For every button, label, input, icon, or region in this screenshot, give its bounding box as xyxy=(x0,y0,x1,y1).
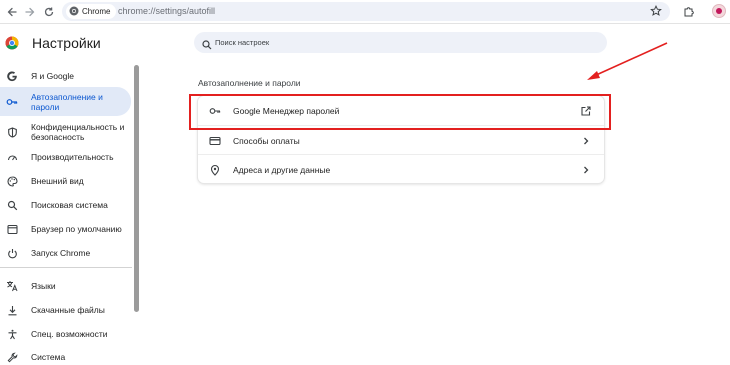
profile-avatar[interactable] xyxy=(712,4,726,18)
credit-card-icon xyxy=(209,135,221,147)
sidebar-item-system[interactable]: Система xyxy=(0,349,131,365)
sidebar-item-appearance[interactable]: Внешний вид xyxy=(0,173,131,189)
back-icon[interactable] xyxy=(4,4,20,20)
address-bar[interactable]: Chrome chrome://settings/autofill xyxy=(62,2,670,21)
annotation-arrow xyxy=(587,42,668,80)
star-icon[interactable] xyxy=(650,4,662,22)
row-label: Способы оплаты xyxy=(233,136,300,146)
sidebar-item-label: Скачанные файлы xyxy=(31,305,105,315)
sidebar-item-label: Поисковая система xyxy=(31,200,108,210)
chevron-right-icon xyxy=(580,135,592,147)
sidebar-item-you-and-google[interactable]: Я и Google xyxy=(0,68,131,84)
browser-icon xyxy=(6,223,18,235)
search-icon xyxy=(6,199,18,211)
sidebar-item-autofill[interactable]: Автозаполнение и пароли xyxy=(0,87,131,116)
sidebar-item-downloads[interactable]: Скачанные файлы xyxy=(0,302,131,318)
sidebar-item-label: Система xyxy=(31,352,66,362)
power-icon xyxy=(6,247,18,259)
sidebar-item-on-startup[interactable]: Запуск Chrome xyxy=(0,245,131,261)
chrome-logo-icon xyxy=(69,6,79,18)
browser-toolbar: Chrome chrome://settings/autofill xyxy=(0,0,730,24)
key-icon xyxy=(6,96,18,108)
location-pin-icon xyxy=(209,164,221,176)
translate-icon xyxy=(6,280,18,292)
row-label: Адреса и другие данные xyxy=(233,165,331,175)
google-icon xyxy=(6,70,18,82)
sidebar-item-label: Я и Google xyxy=(31,71,75,81)
sidebar-item-label: Языки xyxy=(31,281,56,291)
speedometer-icon xyxy=(6,151,18,163)
sidebar-item-privacy[interactable]: Конфиденциальность и безопасность xyxy=(0,120,131,144)
forward-icon[interactable] xyxy=(22,4,38,20)
download-icon xyxy=(6,304,18,316)
reload-icon[interactable] xyxy=(41,4,57,20)
sidebar-item-label: Автозаполнение и пароли xyxy=(31,91,103,112)
site-chip-label: Chrome xyxy=(82,7,111,16)
search-placeholder: Поиск настроек xyxy=(215,38,270,47)
sidebar-item-label: Браузер по умолчанию xyxy=(31,224,122,234)
sidebar-item-default-browser[interactable]: Браузер по умолчанию xyxy=(0,221,131,237)
sidebar-item-label: Запуск Chrome xyxy=(31,248,91,258)
section-title: Автозаполнение и пароли xyxy=(198,78,301,88)
sidebar-item-accessibility[interactable]: Спец. возможности xyxy=(0,326,131,342)
chrome-logo-icon xyxy=(5,36,19,55)
sidebar-scrollbar[interactable] xyxy=(134,65,139,312)
sidebar-item-search-engine[interactable]: Поисковая система xyxy=(0,197,131,213)
sidebar-item-label: Производительность xyxy=(31,152,114,162)
sidebar-divider xyxy=(0,267,132,268)
wrench-icon xyxy=(6,351,18,363)
sidebar-item-performance[interactable]: Производительность xyxy=(0,149,131,165)
highlight-box xyxy=(189,94,611,130)
chevron-right-icon xyxy=(580,164,592,176)
page-title: Настройки xyxy=(32,35,101,51)
sidebar-item-label: Конфиденциальность и безопасность xyxy=(31,122,125,142)
url-text[interactable]: chrome://settings/autofill xyxy=(118,6,215,16)
palette-icon xyxy=(6,175,18,187)
extensions-icon[interactable] xyxy=(683,4,695,22)
shield-icon xyxy=(6,126,18,138)
accessibility-icon xyxy=(6,328,18,340)
addresses-row[interactable]: Адреса и другие данные xyxy=(198,154,604,183)
sidebar-item-languages[interactable]: Языки xyxy=(0,278,131,294)
search-input[interactable]: Поиск настроек xyxy=(194,32,607,53)
sidebar-item-label: Внешний вид xyxy=(31,176,84,186)
search-icon xyxy=(202,37,212,55)
site-chip[interactable]: Chrome xyxy=(66,4,117,19)
sidebar-item-label: Спец. возможности xyxy=(31,329,108,339)
